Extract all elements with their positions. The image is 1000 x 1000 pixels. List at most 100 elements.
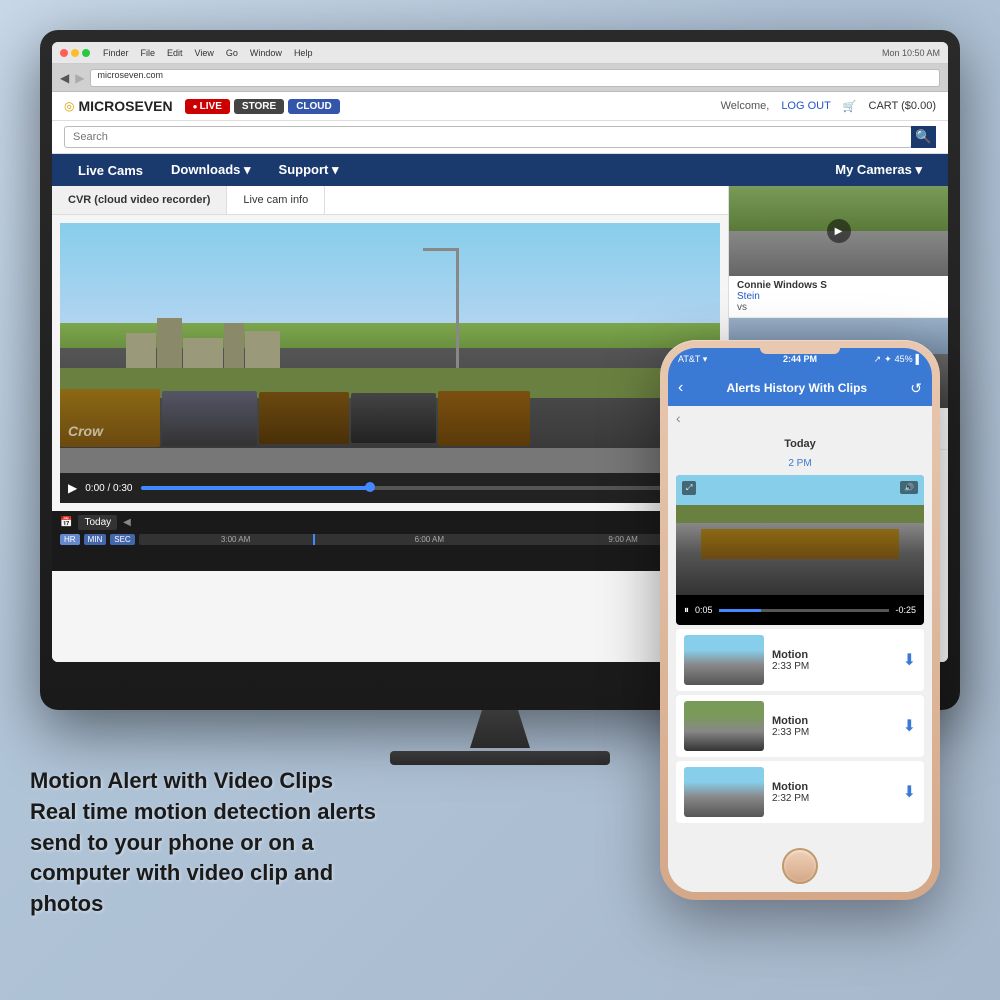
nav-downloads[interactable]: Downloads ▾ [157,154,264,186]
scale-min[interactable]: MIN [84,534,107,545]
phone-back-button[interactable]: ‹ [678,379,683,397]
scale-sec[interactable]: SEC [110,534,134,545]
search-bar: 🔍 [52,121,948,154]
bottom-text-line1: Motion Alert with Video Clips [30,766,410,797]
cart-button[interactable]: CART ($0.00) [869,100,936,112]
alert-2-info: Motion 2:33 PM [772,715,895,738]
phone-date-header: Today [668,430,932,458]
forward-btn[interactable]: ▶ [75,71,84,85]
bluetooth-icon: ✦ [884,354,892,365]
back-btn[interactable]: ◀ [60,71,69,85]
menu-help[interactable]: Help [294,48,313,58]
search-input[interactable] [64,126,912,148]
alert-1-image [684,635,764,685]
train-area: Crow [60,383,720,453]
menu-window[interactable]: Window [250,48,282,58]
building-5 [245,331,280,373]
menu-edit[interactable]: Edit [167,48,183,58]
alert-3-info: Motion 2:32 PM [772,781,895,804]
nav-support[interactable]: Support ▾ [265,154,353,186]
phone-home-button[interactable] [782,848,818,884]
alert-1-time: 2:33 PM [772,661,895,672]
camera-1-user[interactable]: Stein [737,291,940,302]
expand-button[interactable]: ⤢ [682,481,696,495]
alert-3-thumbnail [684,767,764,817]
phone-status-icons: ↗ ✦ 45% ▌ [817,354,922,365]
address-input[interactable]: microseven.com [90,69,940,87]
train-car-2 [162,391,257,446]
camera-1-name: Connie Windows S [737,280,940,291]
nav-my-cameras[interactable]: My Cameras ▾ [821,154,936,186]
logo-text: MICROSEVEN [78,98,172,114]
alert-item-3[interactable]: Motion 2:32 PM ⬇ [676,761,924,823]
location-icon: ↗ [874,354,882,365]
play-button[interactable]: ▶ [68,481,77,495]
phone-video-bg [676,475,924,595]
train-car-1: Crow [60,389,160,447]
train-car-5 [438,391,530,446]
phone-progress-bar[interactable] [719,609,890,612]
pill-store[interactable]: STORE [234,99,284,114]
phone-time-sub: 2 PM [668,458,932,469]
building-2 [157,318,182,373]
pill-live[interactable]: LIVE [185,99,230,114]
alert-1-type: Motion [772,649,895,661]
timeline-track[interactable]: 3:00 AM 6:00 AM 9:00 AM [139,534,720,545]
sky-bg [60,223,720,323]
timeline-prev[interactable]: ◀ [123,517,131,528]
main-content: CVR (cloud video recorder) Live cam info [52,186,728,662]
volume-button[interactable]: 🔊 [900,481,918,494]
menu-file[interactable]: File [141,48,156,58]
wifi-icon: ▾ [703,354,708,364]
phone-screen-title: Alerts History With Clips [691,381,902,395]
building-1 [126,333,156,373]
address-bar: ◀ ▶ microseven.com [52,64,948,92]
progress-dot [365,482,375,492]
street-light [423,248,456,251]
bottom-text-line2: Real time motion detection alerts [30,797,410,828]
phone-clock: 2:44 PM [783,354,817,364]
tab-cvr[interactable]: CVR (cloud video recorder) [52,186,227,214]
bottom-text-line3: send to your phone or on a [30,828,410,859]
monitor-stand-base [390,751,610,765]
phone-refresh-button[interactable]: ↺ [910,380,922,397]
alert-item-1[interactable]: Motion 2:33 PM ⬇ [676,629,924,691]
camera-1-info: Connie Windows S Stein vs [729,276,948,318]
graffiti-text: Crow [68,423,103,439]
menu-view[interactable]: View [195,48,214,58]
close-dot[interactable] [60,49,68,57]
camera-1-thumbnail-container: ▶ [729,186,948,276]
menu-go[interactable]: Go [226,48,238,58]
nav-live-cams-label: Live Cams [78,163,143,178]
alert-item-2[interactable]: Motion 2:33 PM ⬇ [676,695,924,757]
menu-finder[interactable]: Finder [103,48,129,58]
camera-1-play-overlay[interactable]: ▶ [827,219,851,243]
nav-my-cameras-label: My Cameras ▾ [835,162,922,178]
alert-2-type: Motion [772,715,895,727]
timeline-today-label: Today [78,515,117,530]
timeline-time-1: 3:00 AM [221,535,250,544]
nav-support-label: Support ▾ [279,162,339,178]
phone-nav-bar: ‹ Alerts History With Clips ↺ [668,370,932,406]
pill-cloud[interactable]: CLOUD [288,99,340,114]
phone-prev-btn[interactable]: ‹ [676,410,681,426]
timeline-time-3: 9:00 AM [608,535,637,544]
battery-icon: ▌ [916,354,922,364]
phone-carrier: AT&T ▾ [678,354,783,365]
train-car-3 [259,392,349,444]
alert-3-download-button[interactable]: ⬇ [903,782,916,802]
nav-live-cams[interactable]: Live Cams [64,154,157,186]
alert-1-download-button[interactable]: ⬇ [903,650,916,670]
logout-button[interactable]: LOG OUT [781,100,831,112]
tab-live-cam-info[interactable]: Live cam info [227,186,325,214]
search-button[interactable]: 🔍 [911,126,936,148]
phone-pause-button[interactable]: ⏸ [684,605,689,616]
minimize-dot[interactable] [71,49,79,57]
alert-2-download-button[interactable]: ⬇ [903,716,916,736]
progress-bar[interactable] [141,486,713,490]
carrier-name: AT&T [678,354,700,364]
battery-level: 45% [895,354,913,364]
scale-hr[interactable]: HR [60,534,80,545]
timeline-scale: HR MIN SEC 3:00 AM 6:00 AM 9:00 AM [60,534,720,545]
maximize-dot[interactable] [82,49,90,57]
